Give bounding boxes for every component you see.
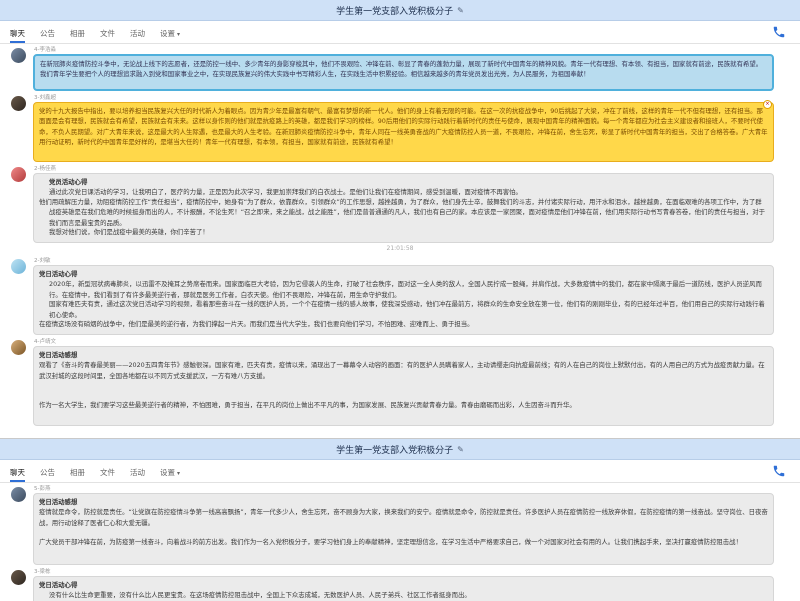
sender-name: 3-梁栋 [34, 569, 51, 575]
message-text: 国家有难匹夫有责，通过这次党日活动学习的视频，看着那些奋斗在一线的医护人员，一个… [49, 300, 765, 319]
chevron-down-icon: ▾ [177, 30, 181, 38]
close-icon[interactable]: × [763, 100, 772, 109]
message-bubble[interactable]: 党员活动心得 通过此次党日课活动的学习，让我明白了，医疗的力量，正是因为此次学习… [33, 173, 774, 243]
message: 4-卢靖文 党日活动感想 观看了《奋斗的青春最美丽——2020五四青年节》感触很… [0, 338, 800, 426]
group-title: 学生第一党支部入党积极分子 [336, 6, 454, 17]
phone-call-icon[interactable] [772, 464, 786, 478]
tab-album[interactable]: 相册 [70, 461, 85, 482]
message-title: 党日活动心得 [39, 581, 78, 589]
message: 4-李浩淼 在新冠肺炎疫情防控斗争中，无论战上线下的志愿者，还是防控一线中、多少… [0, 46, 800, 91]
sender-name: 3-刘鑫超 [34, 95, 56, 101]
sender-name: 2-刘敏 [34, 258, 51, 264]
message-title: 党日活动心得 [39, 270, 78, 278]
message-text: 战疫英雄是在我们危难的时候挺身而出的人，不计报酬，不论生死！“召之即来，来之能战… [49, 208, 765, 227]
phone-call-icon[interactable] [772, 25, 786, 39]
tab-activity[interactable]: 活动 [130, 461, 145, 482]
sender-name: 2-杨佳燕 [34, 166, 56, 172]
group-title: 学生第一党支部入党积极分子 [336, 445, 454, 456]
message: 5-彭燕 党日活动感想 疫情就是命令，防控就是责任。“让党旗在防控疫情斗争第一线… [0, 485, 800, 565]
message-title: 党日活动感想 [39, 498, 78, 506]
message: 2-杨佳燕 党员活动心得 通过此次党日课活动的学习，让我明白了，医疗的力量，正是… [0, 165, 800, 243]
message-text: 没有什么比生命更重要，没有什么比人民更宝贵。在这场疫情防控阻击战中，全国上下众志… [49, 591, 471, 600]
edit-title-icon[interactable]: ✎ [457, 6, 464, 15]
chevron-down-icon: ▾ [177, 469, 181, 477]
message-bubble[interactable]: 在新冠肺炎疫情防控斗争中，无论战上线下的志愿者，还是防控一线中、多少青年的身影穿… [33, 54, 774, 91]
timestamp: 21:01:58 [386, 245, 414, 252]
message-text: 作为一名大学生，我们要学习这些最美逆行者的精神，不怕困难，勇于担当，在平凡的岗位… [39, 401, 576, 410]
message-bubble[interactable]: 党日活动感想 疫情就是命令，防控就是责任。“让党旗在防控疫情斗争第一线高高飘扬”… [33, 493, 774, 565]
tab-album[interactable]: 相册 [70, 22, 85, 43]
avatar[interactable] [11, 96, 26, 111]
message-bubble[interactable]: 党日活动心得 没有什么比生命更重要，没有什么比人民更宝贵。在这场疫情防控阻击战中… [33, 576, 774, 601]
sender-name: 4-李浩淼 [34, 47, 56, 53]
message: 2-刘敏 党日活动心得 2020年，新型冠状病毒肺炎，以迅雷不及掩耳之势席卷而来… [0, 257, 800, 335]
edit-title-icon[interactable]: ✎ [457, 445, 464, 454]
avatar[interactable] [11, 340, 26, 355]
tab-settings[interactable]: 设置 ▾ [160, 22, 180, 43]
message-text: 我想对他们说，你们是战疫中最美的英雄，你们辛苦了！ [49, 228, 209, 237]
tab-settings[interactable]: 设置 ▾ [160, 461, 180, 482]
tab-chat[interactable]: 聊天 [10, 22, 25, 43]
sender-name: 5-彭燕 [34, 486, 51, 492]
message-text: 在疫情这场没有硝烟的战争中，他们是最美的逆行者，为我们撑起一片天。而我们是当代大… [39, 320, 474, 329]
message-text: 通过此次党日课活动的学习，让我明白了，医疗的力量，正是因为此次学习，我更加崇拜我… [49, 188, 522, 197]
message-text: 在新冠肺炎疫情防控斗争中，无论战上线下的志愿者，还是防控一线中、多少青年的身影穿… [40, 60, 763, 79]
message-bubble[interactable]: 党日活动心得 2020年，新型冠状病毒肺炎，以迅雷不及掩耳之势席卷而来。国家面临… [33, 265, 774, 335]
sender-name: 4-卢靖文 [34, 339, 56, 345]
tab-bar: 聊天 公告 相册 文件 活动 设置 ▾ [0, 460, 800, 483]
tab-settings-label: 设置 [160, 467, 175, 477]
message: 3-刘鑫超 党的十九大报告中指出，要以培养担当民族复兴大任的时代新人为着眼点。因… [0, 94, 800, 162]
tab-chat[interactable]: 聊天 [10, 461, 25, 482]
avatar[interactable] [11, 487, 26, 502]
message: 3-梁栋 党日活动心得 没有什么比生命更重要，没有什么比人民更宝贵。在这场疫情防… [0, 568, 800, 601]
message-text: 党的十九大报告中指出，要以培养担当民族复兴大任的时代新人为着眼点。因为青少年是最… [39, 107, 768, 147]
title-bar: 学生第一党支部入党积极分子 ✎ [0, 0, 800, 21]
message-text: 2020年，新型冠状病毒肺炎，以迅雷不及掩耳之势席卷而来。国家面临巨大考验，因为… [49, 280, 762, 299]
avatar[interactable] [11, 259, 26, 274]
avatar[interactable] [11, 167, 26, 182]
title-bar: 学生第一党支部入党积极分子 ✎ [0, 439, 800, 460]
top-chat-window: 学生第一党支部入党积极分子 ✎ 聊天 公告 相册 文件 活动 设置 ▾ 4-李浩淼… [0, 0, 800, 436]
tab-notice[interactable]: 公告 [40, 461, 55, 482]
bottom-chat-window: 学生第一党支部入党积极分子 ✎ 聊天 公告 相册 文件 活动 设置 ▾ 5-彭燕 … [0, 438, 800, 601]
tab-activity[interactable]: 活动 [130, 22, 145, 43]
message-bubble[interactable]: 党的十九大报告中指出，要以培养担当民族复兴大任的时代新人为着眼点。因为青少年是最… [33, 102, 774, 162]
tab-bar: 聊天 公告 相册 文件 活动 设置 ▾ [0, 21, 800, 44]
tab-notice[interactable]: 公告 [40, 22, 55, 43]
avatar[interactable] [11, 570, 26, 585]
message-text: 广大党员干部冲锋在前，为防疫第一线奋斗，向着战斗的前方出发。我们作为一名入党积极… [39, 538, 742, 547]
message-text: 疫情就是命令，防控就是责任。“让党旗在防控疫情斗争第一线高高飘扬”，青年一代多少… [39, 508, 768, 527]
message-text: 观看了《奋斗的青春最美丽——2020五四青年节》感触很深。国家有难，匹夫有责，疫… [39, 361, 765, 380]
tab-settings-label: 设置 [160, 28, 175, 38]
tab-files[interactable]: 文件 [100, 22, 115, 43]
tab-files[interactable]: 文件 [100, 461, 115, 482]
message-text: 他们用疏解压力量，劝阻疫情防控工作“责任担当”，疫情防控中，她身有“为了群众，依… [39, 198, 762, 207]
message-title: 党日活动感想 [39, 351, 78, 359]
avatar[interactable] [11, 48, 26, 63]
message-title: 党员活动心得 [49, 178, 88, 186]
message-bubble[interactable]: 党日活动感想 观看了《奋斗的青春最美丽——2020五四青年节》感触很深。国家有难… [33, 346, 774, 426]
